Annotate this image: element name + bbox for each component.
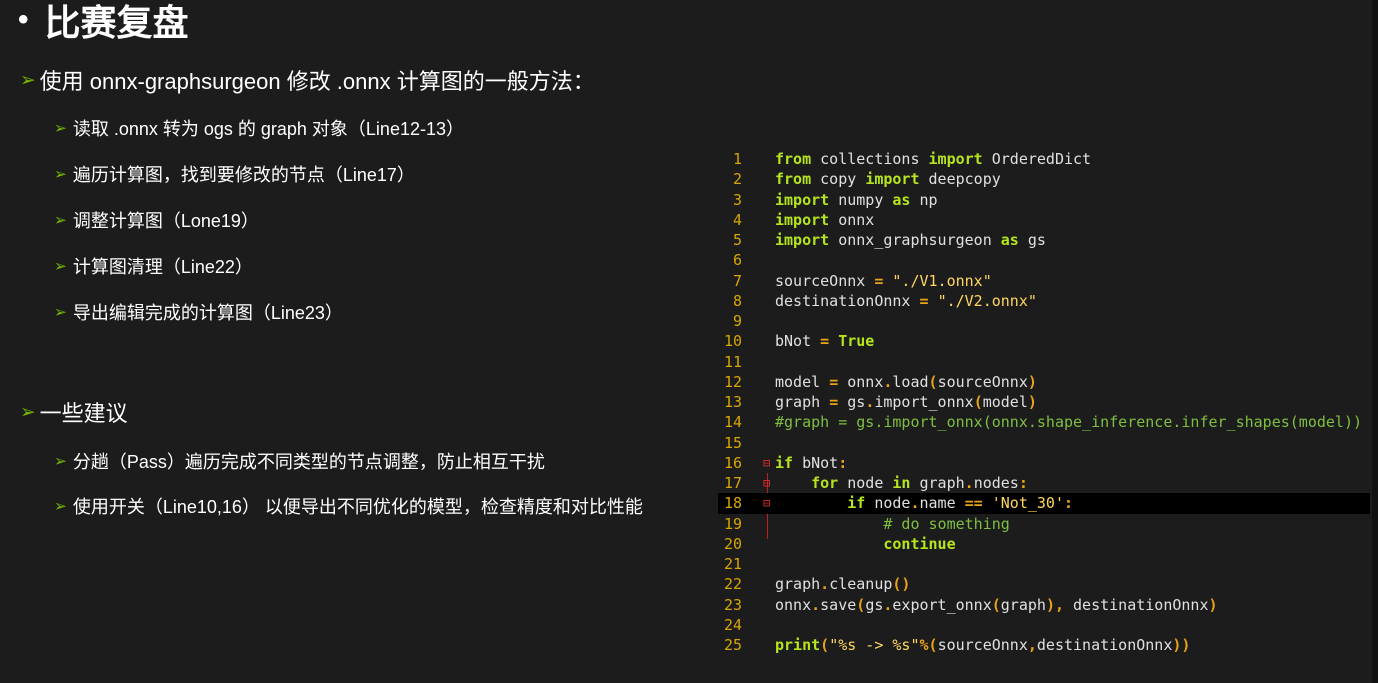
bullet-sub-text: 分趟（Pass）遍历完成不同类型的节点调整，防止相互干扰: [72, 452, 545, 472]
bullet-main-2: ➢ 一些建议: [20, 396, 128, 428]
bullet-sub-text: 计算图清理（Line22）: [72, 257, 253, 277]
code-line: 11: [723, 352, 742, 371]
code-line: 23 onnx.save(gs.export_onnx(graph), desti…: [723, 595, 1218, 614]
fold-marker-icon[interactable]: ⊟: [763, 453, 770, 473]
bullet-sub-5: ➢ 导出编辑完成的计算图（Line23）: [54, 299, 343, 325]
code-line: 19 # do something: [723, 514, 1010, 533]
code-line: 10 bNot = True: [723, 332, 875, 351]
arrow-bullet-icon: ➢: [54, 211, 67, 229]
code-line: 12 model = onnx.load(sourceOnnx): [723, 372, 1037, 391]
code-line: 20 continue: [723, 534, 956, 553]
code-line: 6: [732, 251, 742, 270]
code-line: 17 ⊟ for node in graph.nodes:: [723, 473, 1028, 493]
arrow-bullet-icon: ➢: [20, 401, 36, 422]
code-line: 1 from collections import OrderedDict: [732, 150, 1092, 168]
code-line: 22 graph.cleanup(): [723, 575, 911, 594]
slide-title: • 比赛复盘: [18, 0, 189, 46]
code-line: 15: [723, 433, 742, 452]
bullet-sub-3: ➢ 调整计算图（Lone19）: [54, 207, 259, 233]
code-line: 7 sourceOnnx = "./V1.onnx": [732, 271, 992, 290]
code-line: 5 import onnx_graphsurgeon as gs: [732, 231, 1046, 249]
bullet-sub-text: 遍历计算图，找到要修改的节点（Line17）: [72, 165, 415, 185]
code-line: 14 #graph = gs.import_onnx(onnx.shape_inf…: [723, 413, 1362, 432]
code-line: 13 graph = gs.import_onnx(model): [723, 393, 1037, 411]
code-line: 25 print("%s -> %s"%(sourceOnnx,destinati…: [723, 636, 1191, 654]
slide-title-text: 比赛复盘: [44, 2, 189, 43]
bullet-sub-6: ➢ 分趟（Pass）遍历完成不同类型的节点调整，防止相互干扰: [54, 448, 545, 474]
code-line: 21: [723, 555, 742, 573]
bullet-sub-text: 使用开关（Line10,16） 以便导出不同优化的模型，检查精度和对比性能: [72, 497, 643, 517]
code-line-highlighted: 18 ⊟ if node.name == 'Not_30':: [718, 493, 1370, 514]
arrow-bullet-icon: ➢: [54, 452, 67, 470]
title-bullet-icon: •: [18, 3, 29, 36]
code-line: 4 import onnx: [732, 210, 875, 229]
bullet-main-2-text: 一些建议: [39, 401, 128, 426]
bullet-main-1: ➢ 使用 onnx-graphsurgeon 修改 .onnx 计算图的一般方法…: [20, 64, 595, 96]
bullet-sub-text: 读取 .onnx 转为 ogs 的 graph 对象（Line12-13）: [72, 119, 464, 139]
code-line: 24: [723, 615, 742, 634]
bullet-sub-text: 导出编辑完成的计算图（Line23）: [72, 303, 343, 323]
code-line: 8 destinationOnnx = "./V2.onnx": [732, 291, 1037, 310]
code-line: 9: [732, 312, 742, 330]
code-line: 2 from copy import deepcopy: [732, 170, 1001, 189]
arrow-bullet-icon: ➢: [54, 257, 67, 275]
bullet-sub-4: ➢ 计算图清理（Line22）: [54, 253, 253, 279]
scrollbar[interactable]: [1372, 0, 1378, 683]
bullet-main-1-text: 使用 onnx-graphsurgeon 修改 .onnx 计算图的一般方法：: [39, 69, 595, 94]
code-block: 1 from collections import OrderedDict 2 fr…: [718, 149, 1370, 655]
bullet-sub-text: 调整计算图（Lone19）: [72, 211, 259, 231]
bullet-sub-2: ➢ 遍历计算图，找到要修改的节点（Line17）: [54, 161, 415, 187]
bullet-sub-7: ➢ 使用开关（Line10,16） 以便导出不同优化的模型，检查精度和对比性能: [54, 493, 643, 519]
code-line: 3 import numpy as np: [732, 190, 938, 209]
arrow-bullet-icon: ➢: [54, 497, 67, 515]
arrow-bullet-icon: ➢: [54, 119, 67, 137]
fold-marker-icon[interactable]: ⊟: [763, 473, 770, 493]
arrow-bullet-icon: ➢: [20, 69, 36, 90]
bullet-sub-1: ➢ 读取 .onnx 转为 ogs 的 graph 对象（Line12-13）: [54, 115, 464, 141]
fold-marker-icon[interactable]: ⊟: [763, 493, 770, 513]
code-line: 16 ⊟ if bNot:: [723, 453, 848, 473]
arrow-bullet-icon: ➢: [54, 303, 67, 321]
arrow-bullet-icon: ➢: [54, 165, 67, 183]
